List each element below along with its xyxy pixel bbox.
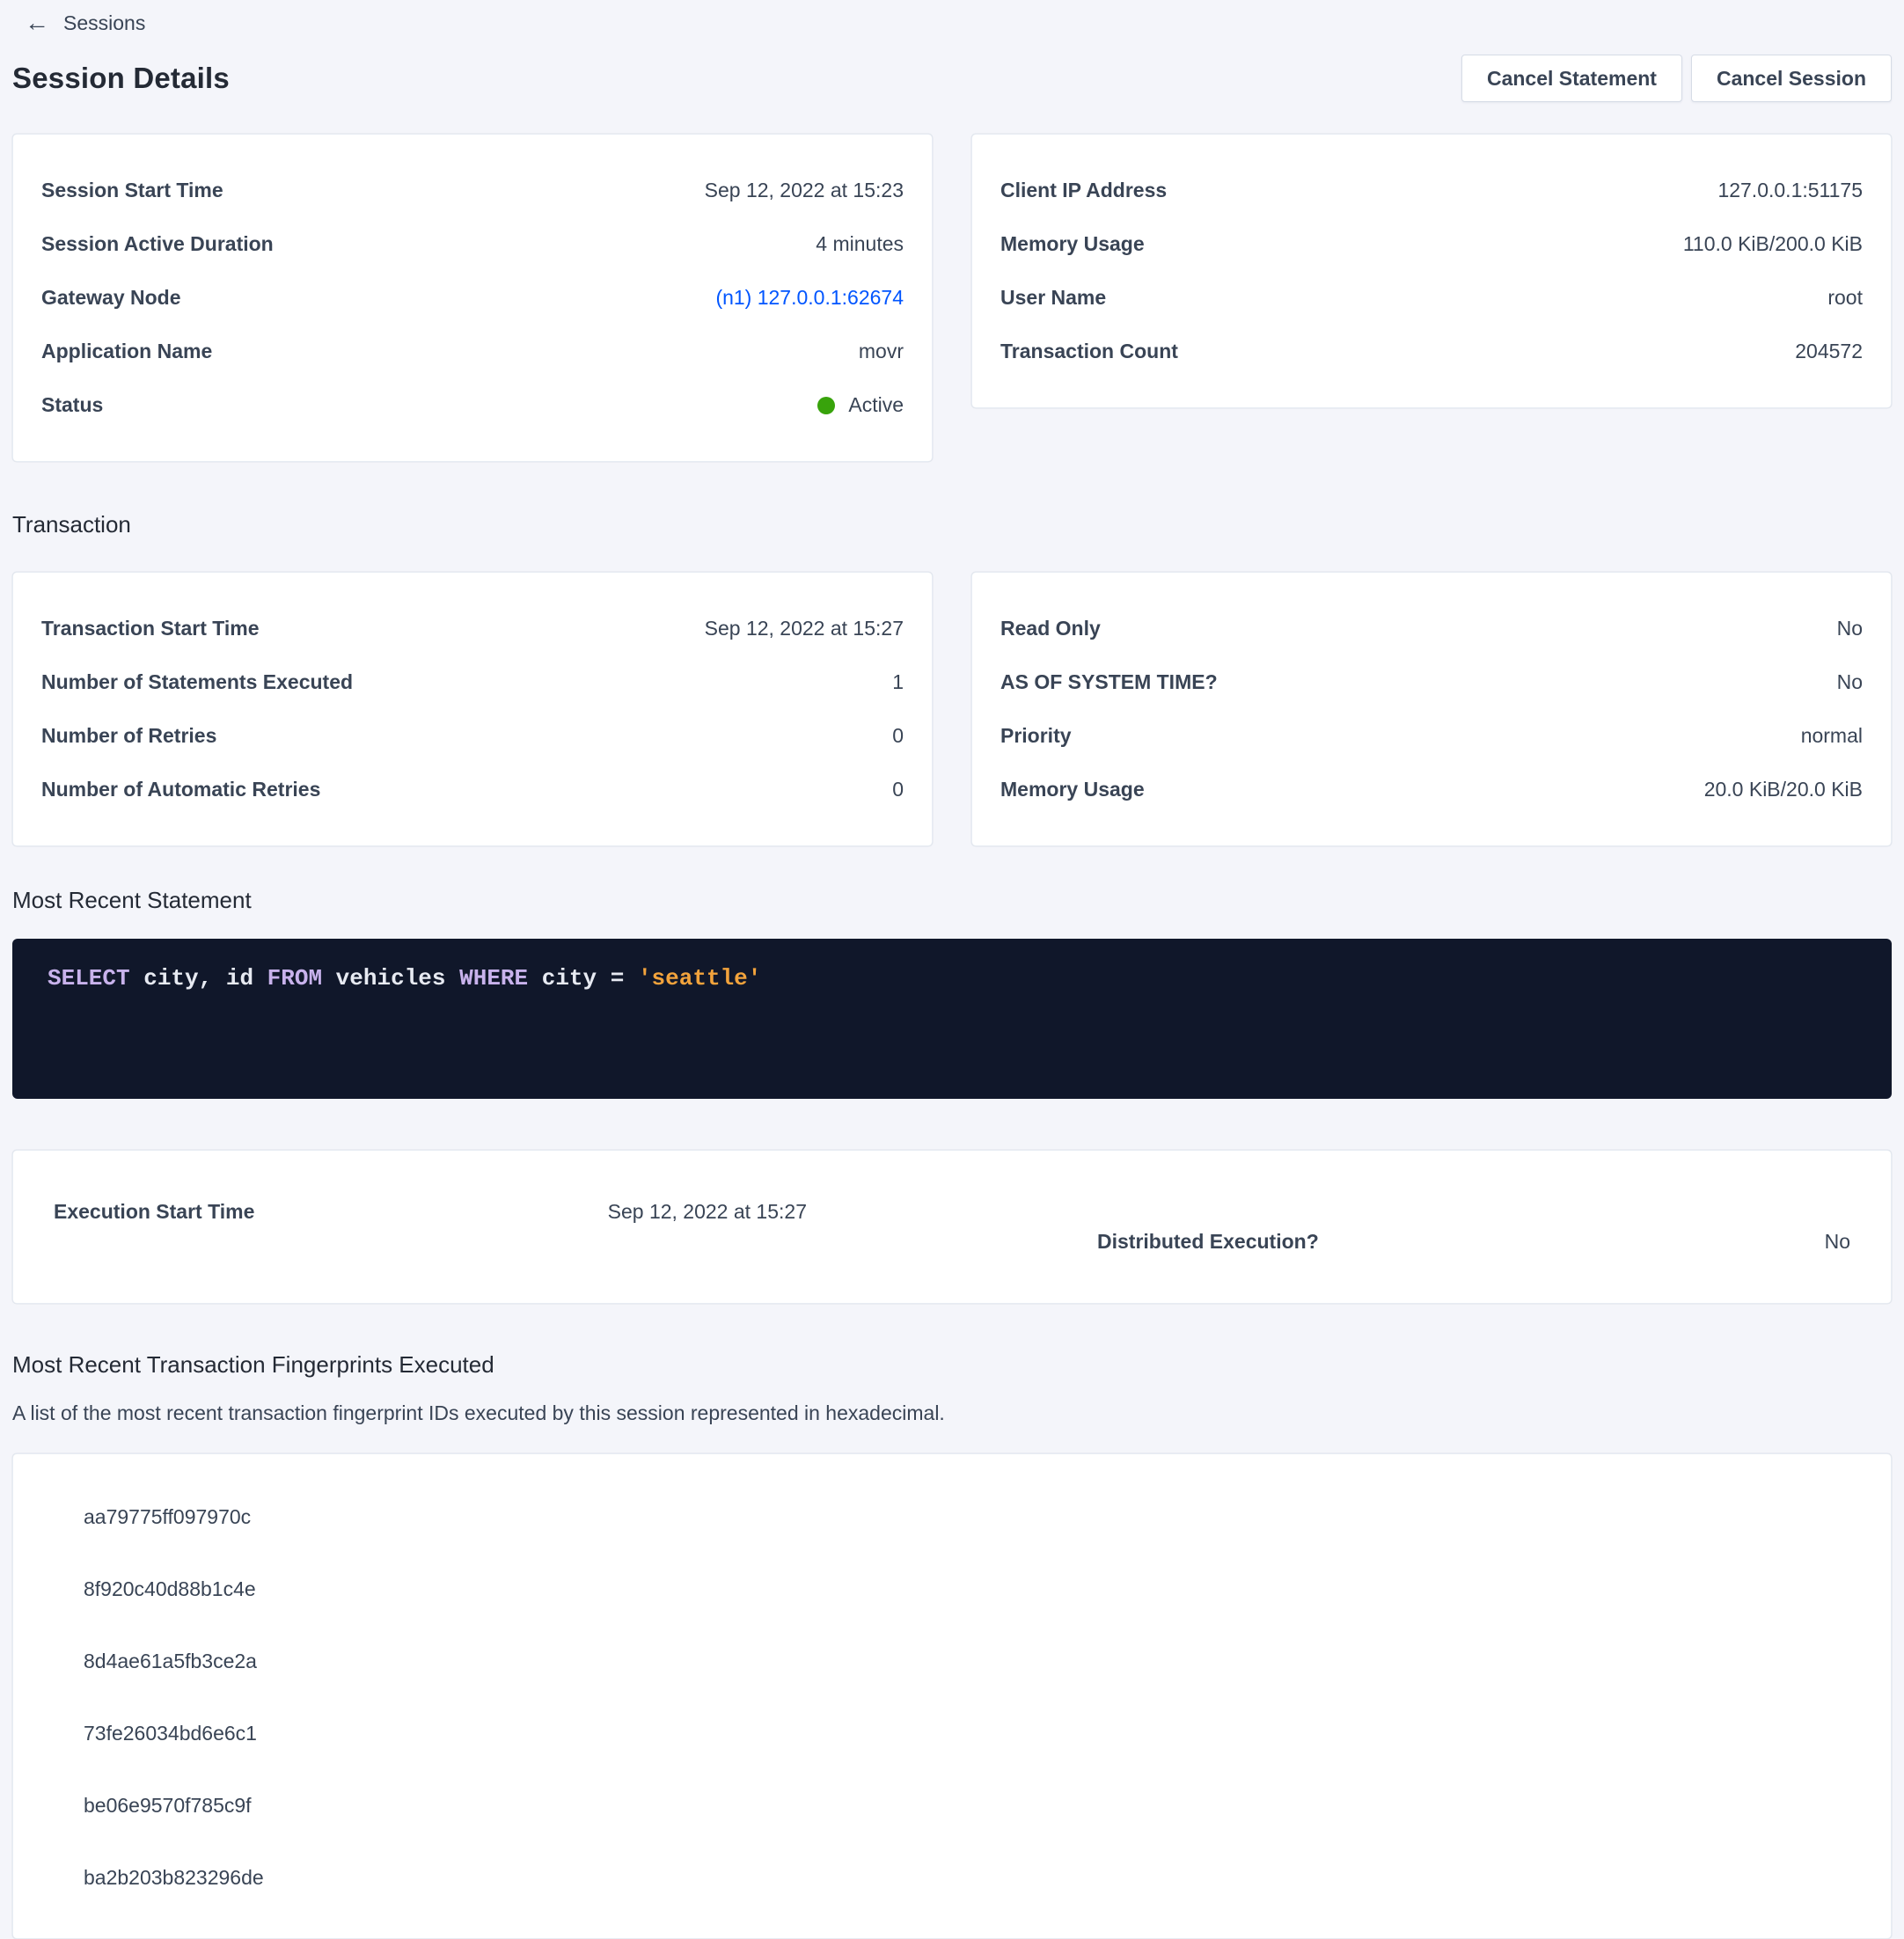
- distributed-execution-label: Distributed Execution?: [1097, 1230, 1319, 1254]
- priority-value: normal: [1801, 724, 1863, 748]
- fingerprint-item: ba2b203b823296de: [84, 1841, 1856, 1913]
- session-summary-card-right: Client IP Address 127.0.0.1:51175 Memory…: [971, 134, 1892, 408]
- read-only-value: No: [1837, 617, 1863, 640]
- session-active-duration-row: Session Active Duration 4 minutes: [41, 232, 904, 256]
- transaction-section-heading: Transaction: [12, 511, 1892, 538]
- number-of-retries-row: Number of Retries 0: [41, 724, 904, 748]
- sql-statement-text: SELECT city, id FROM vehicles WHERE city…: [48, 965, 1856, 991]
- fingerprint-item: aa79775ff097970c: [84, 1481, 1856, 1553]
- distributed-execution-row: Distributed Execution? No: [1097, 1230, 1850, 1254]
- application-name-label: Application Name: [41, 340, 212, 363]
- client-ip-label: Client IP Address: [1000, 179, 1167, 202]
- status-row: Status Active: [41, 393, 904, 417]
- user-name-value: root: [1827, 286, 1863, 310]
- session-summary-section: Session Start Time Sep 12, 2022 at 15:23…: [12, 134, 1892, 462]
- session-start-time-row: Session Start Time Sep 12, 2022 at 15:23: [41, 179, 904, 202]
- session-active-duration-label: Session Active Duration: [41, 232, 274, 256]
- statements-executed-value: 1: [892, 670, 904, 694]
- read-only-row: Read Only No: [1000, 617, 1863, 640]
- back-arrow-icon[interactable]: ←: [25, 11, 49, 35]
- header-actions: Cancel Statement Cancel Session: [1461, 55, 1892, 102]
- execution-summary-card: Execution Start Time Sep 12, 2022 at 15:…: [12, 1150, 1892, 1304]
- status-value: Active: [848, 393, 904, 417]
- transaction-count-label: Transaction Count: [1000, 340, 1178, 363]
- sql-keyword: WHERE: [459, 965, 528, 991]
- transaction-card-left: Transaction Start Time Sep 12, 2022 at 1…: [12, 572, 933, 846]
- transaction-memory-usage-label: Memory Usage: [1000, 778, 1145, 801]
- sql-plain: city =: [528, 965, 638, 991]
- session-memory-usage-row: Memory Usage 110.0 KiB/200.0 KiB: [1000, 232, 1863, 256]
- session-memory-usage-label: Memory Usage: [1000, 232, 1145, 256]
- gateway-node-link[interactable]: (n1) 127.0.0.1:62674: [715, 286, 904, 310]
- distributed-execution-value: No: [1825, 1230, 1850, 1254]
- fingerprint-item: 8d4ae61a5fb3ce2a: [84, 1625, 1856, 1697]
- priority-row: Priority normal: [1000, 724, 1863, 748]
- transaction-start-time-value: Sep 12, 2022 at 15:27: [705, 617, 904, 640]
- breadcrumb: ← Sessions: [12, 9, 1892, 37]
- gateway-node-label: Gateway Node: [41, 286, 181, 310]
- gateway-node-row: Gateway Node (n1) 127.0.0.1:62674: [41, 286, 904, 310]
- sql-keyword: SELECT: [48, 965, 130, 991]
- number-of-retries-value: 0: [892, 724, 904, 748]
- as-of-system-time-label: AS OF SYSTEM TIME?: [1000, 670, 1218, 694]
- automatic-retries-row: Number of Automatic Retries 0: [41, 778, 904, 801]
- session-memory-usage-value: 110.0 KiB/200.0 KiB: [1683, 232, 1863, 256]
- status-active-dot-icon: [817, 397, 835, 414]
- transaction-count-value: 204572: [1795, 340, 1863, 363]
- transaction-start-time-row: Transaction Start Time Sep 12, 2022 at 1…: [41, 617, 904, 640]
- client-ip-value: 127.0.0.1:51175: [1717, 179, 1863, 202]
- cancel-statement-button[interactable]: Cancel Statement: [1461, 55, 1682, 102]
- session-summary-card-left: Session Start Time Sep 12, 2022 at 15:23…: [12, 134, 933, 462]
- sql-keyword: FROM: [267, 965, 322, 991]
- statements-executed-label: Number of Statements Executed: [41, 670, 353, 694]
- automatic-retries-label: Number of Automatic Retries: [41, 778, 320, 801]
- read-only-label: Read Only: [1000, 617, 1101, 640]
- fingerprint-item: be06e9570f785c9f: [84, 1769, 1856, 1841]
- application-name-value: movr: [859, 340, 904, 363]
- as-of-system-time-row: AS OF SYSTEM TIME? No: [1000, 670, 1863, 694]
- page-title: Session Details: [12, 62, 230, 95]
- transaction-memory-usage-value: 20.0 KiB/20.0 KiB: [1704, 778, 1863, 801]
- user-name-label: User Name: [1000, 286, 1106, 310]
- fingerprint-item: 73fe26034bd6e6c1: [84, 1697, 1856, 1769]
- application-name-row: Application Name movr: [41, 340, 904, 363]
- execution-start-time-row: Execution Start Time Sep 12, 2022 at 15:…: [54, 1200, 807, 1224]
- automatic-retries-value: 0: [892, 778, 904, 801]
- sql-plain: city, id: [130, 965, 267, 991]
- execution-start-time-label: Execution Start Time: [54, 1200, 254, 1224]
- status-badge: Active: [817, 393, 904, 417]
- transaction-count-row: Transaction Count 204572: [1000, 340, 1863, 363]
- transaction-section: Transaction Start Time Sep 12, 2022 at 1…: [12, 572, 1892, 846]
- session-start-time-label: Session Start Time: [41, 179, 223, 202]
- transaction-start-time-label: Transaction Start Time: [41, 617, 260, 640]
- statements-executed-row: Number of Statements Executed 1: [41, 670, 904, 694]
- execution-start-time-value: Sep 12, 2022 at 15:27: [608, 1200, 807, 1224]
- priority-label: Priority: [1000, 724, 1072, 748]
- statement-section-heading: Most Recent Statement: [12, 887, 1892, 914]
- session-start-time-value: Sep 12, 2022 at 15:23: [705, 179, 904, 202]
- page-header: Session Details Cancel Statement Cancel …: [12, 55, 1892, 102]
- user-name-row: User Name root: [1000, 286, 1863, 310]
- fingerprints-description: A list of the most recent transaction fi…: [12, 1401, 1892, 1425]
- session-active-duration-value: 4 minutes: [816, 232, 904, 256]
- transaction-memory-usage-row: Memory Usage 20.0 KiB/20.0 KiB: [1000, 778, 1863, 801]
- sql-statement-box: SELECT city, id FROM vehicles WHERE city…: [12, 939, 1892, 1099]
- breadcrumb-sessions-link[interactable]: Sessions: [63, 11, 145, 35]
- client-ip-row: Client IP Address 127.0.0.1:51175: [1000, 179, 1863, 202]
- sql-string-literal: 'seattle': [638, 965, 761, 991]
- fingerprints-card: aa79775ff097970c 8f920c40d88b1c4e 8d4ae6…: [12, 1453, 1892, 1939]
- transaction-card-right: Read Only No AS OF SYSTEM TIME? No Prior…: [971, 572, 1892, 846]
- sql-plain: vehicles: [322, 965, 459, 991]
- number-of-retries-label: Number of Retries: [41, 724, 216, 748]
- as-of-system-time-value: No: [1837, 670, 1863, 694]
- fingerprint-item: 8f920c40d88b1c4e: [84, 1553, 1856, 1625]
- session-details-page: ← Sessions Session Details Cancel Statem…: [0, 0, 1904, 1939]
- cancel-session-button[interactable]: Cancel Session: [1691, 55, 1892, 102]
- fingerprints-section-heading: Most Recent Transaction Fingerprints Exe…: [12, 1351, 1892, 1379]
- status-label: Status: [41, 393, 103, 417]
